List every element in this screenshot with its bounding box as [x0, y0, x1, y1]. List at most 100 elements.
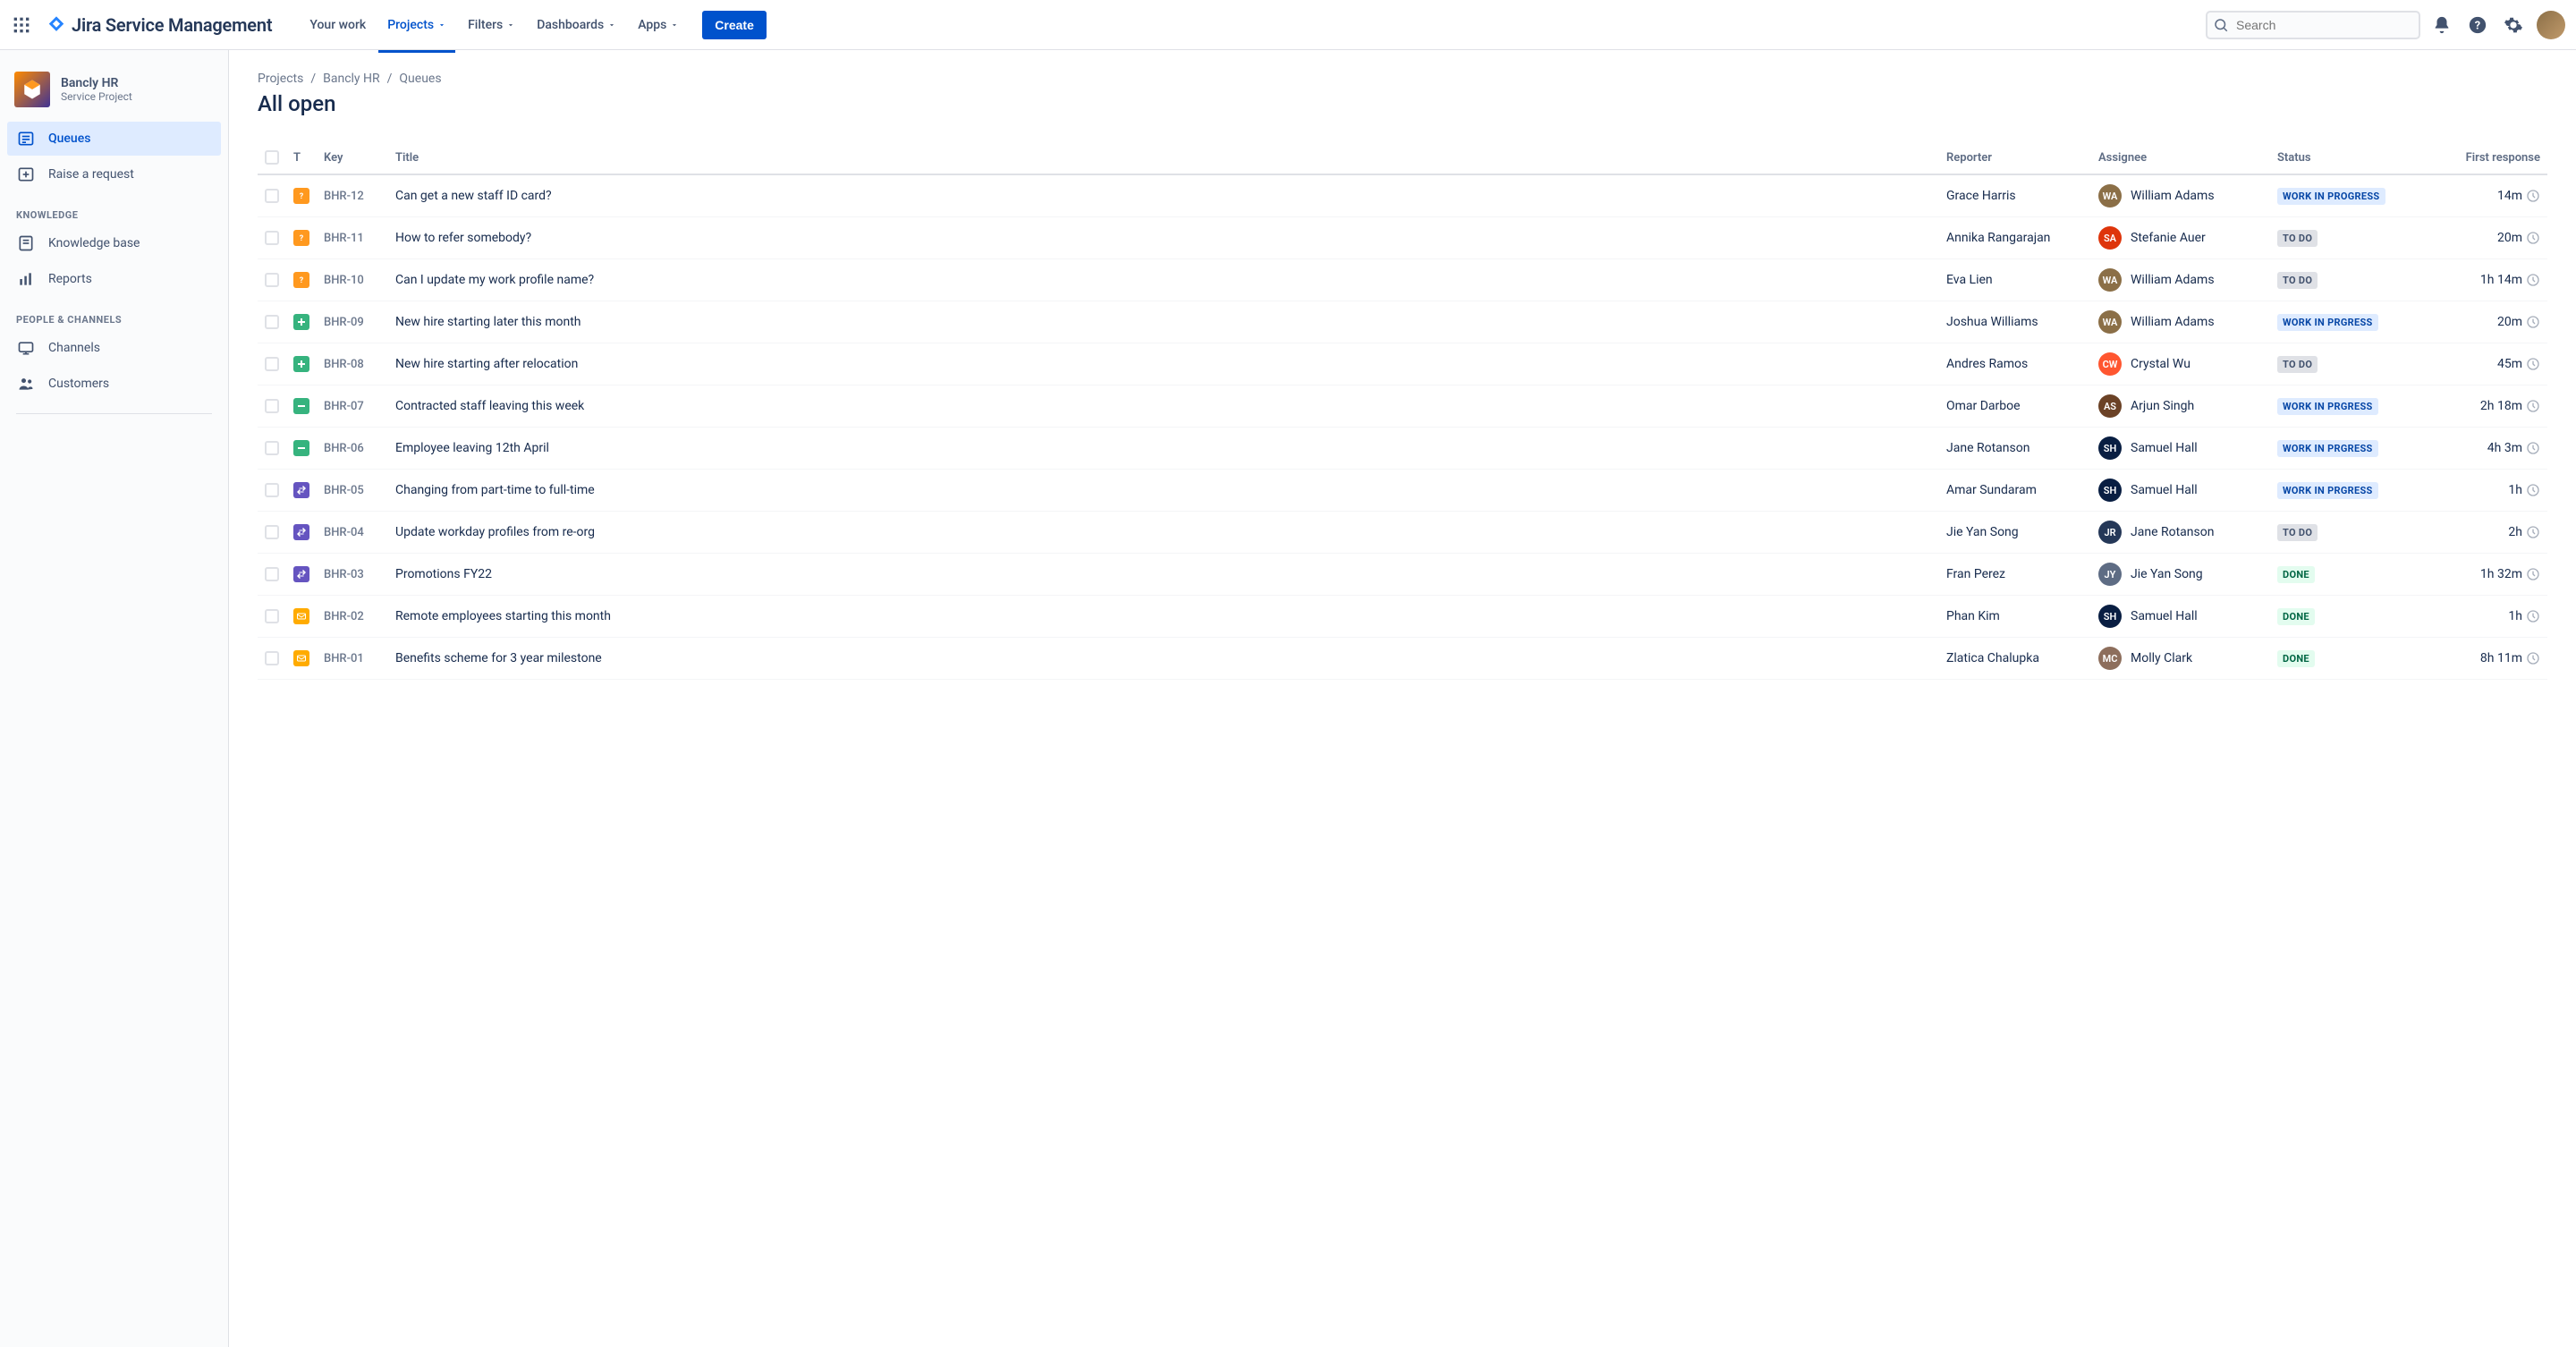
issue-key[interactable]: BHR-11 — [324, 232, 364, 245]
col-first-response[interactable]: First response — [2422, 141, 2547, 174]
row-checkbox[interactable] — [265, 315, 279, 329]
issue-title[interactable]: Changing from part-time to full-time — [395, 483, 595, 497]
row-checkbox[interactable] — [265, 189, 279, 203]
assignee-cell[interactable]: WAWilliam Adams — [2098, 310, 2263, 334]
col-key[interactable]: Key — [317, 141, 388, 174]
user-avatar[interactable] — [2537, 11, 2565, 39]
status-badge[interactable]: WORK IN PRGRESS — [2277, 440, 2378, 457]
issue-key[interactable]: BHR-02 — [324, 610, 364, 623]
row-checkbox[interactable] — [265, 651, 279, 665]
assignee-cell[interactable]: CWCrystal Wu — [2098, 352, 2263, 376]
table-row[interactable]: BHR-07 Contracted staff leaving this week… — [258, 385, 2547, 428]
assignee-cell[interactable]: MCMolly Clark — [2098, 647, 2263, 670]
row-checkbox[interactable] — [265, 399, 279, 413]
assignee-cell[interactable]: JYJie Yan Song — [2098, 563, 2263, 586]
row-checkbox[interactable] — [265, 567, 279, 581]
help-icon[interactable]: ? — [2463, 11, 2492, 39]
issue-title[interactable]: Contracted staff leaving this week — [395, 399, 584, 413]
notifications-icon[interactable] — [2428, 11, 2456, 39]
issue-title[interactable]: Can I update my work profile name? — [395, 273, 594, 287]
issue-key[interactable]: BHR-01 — [324, 652, 364, 665]
breadcrumb-project[interactable]: Bancly HR — [323, 72, 380, 86]
table-row[interactable]: BHR-05 Changing from part-time to full-ti… — [258, 470, 2547, 512]
breadcrumb-projects[interactable]: Projects — [258, 72, 303, 86]
row-checkbox[interactable] — [265, 231, 279, 245]
col-status[interactable]: Status — [2270, 141, 2422, 174]
issue-key[interactable]: BHR-10 — [324, 274, 364, 287]
assignee-cell[interactable]: SHSamuel Hall — [2098, 605, 2263, 628]
assignee-cell[interactable]: ASArjun Singh — [2098, 394, 2263, 418]
status-badge[interactable]: DONE — [2277, 608, 2315, 625]
issue-key[interactable]: BHR-12 — [324, 190, 364, 203]
breadcrumb-queues[interactable]: Queues — [399, 72, 441, 86]
assignee-cell[interactable]: WAWilliam Adams — [2098, 184, 2263, 208]
assignee-cell[interactable]: SHSamuel Hall — [2098, 436, 2263, 460]
issue-title[interactable]: Remote employees starting this month — [395, 609, 611, 623]
table-row[interactable]: ?BHR-10Can I update my work profile name… — [258, 259, 2547, 301]
issue-key[interactable]: BHR-03 — [324, 568, 364, 581]
status-badge[interactable]: TO DO — [2277, 356, 2318, 373]
col-type[interactable]: T — [286, 141, 317, 174]
nav-projects[interactable]: Projects — [378, 13, 455, 38]
status-badge[interactable]: WORK IN PRGRESS — [2277, 482, 2378, 499]
status-badge[interactable]: WORK IN PRGRESS — [2277, 398, 2378, 415]
assignee-cell[interactable]: WAWilliam Adams — [2098, 268, 2263, 292]
table-row[interactable]: BHR-06Employee leaving 12th AprilJane Ro… — [258, 428, 2547, 470]
sidebar-item-raise-request[interactable]: Raise a request — [7, 157, 221, 191]
table-row[interactable]: ?BHR-11How to refer somebody?Annika Rang… — [258, 217, 2547, 259]
table-row[interactable]: BHR-04 Update workday profiles from re-or… — [258, 512, 2547, 554]
issue-title[interactable]: New hire starting after relocation — [395, 357, 578, 371]
row-checkbox[interactable] — [265, 609, 279, 623]
status-badge[interactable]: DONE — [2277, 650, 2315, 667]
issue-key[interactable]: BHR-04 — [324, 526, 364, 539]
issue-key[interactable]: BHR-06 — [324, 442, 364, 455]
project-header[interactable]: Bancly HR Service Project — [7, 68, 221, 122]
create-button[interactable]: Create — [702, 11, 767, 39]
table-row[interactable]: BHR-02 Remote employees starting this mon… — [258, 596, 2547, 638]
issue-key[interactable]: BHR-07 — [324, 400, 364, 413]
issue-title[interactable]: Can get a new staff ID card? — [395, 189, 552, 203]
nav-your-work[interactable]: Your work — [301, 13, 375, 38]
row-checkbox[interactable] — [265, 273, 279, 287]
assignee-cell[interactable]: SAStefanie Auer — [2098, 226, 2263, 250]
issue-title[interactable]: Update workday profiles from re-org — [395, 525, 595, 539]
table-row[interactable]: BHR-01Benefits scheme for 3 year milesto… — [258, 638, 2547, 680]
select-all-checkbox[interactable] — [265, 150, 279, 165]
issue-title[interactable]: How to refer somebody? — [395, 231, 531, 245]
sidebar-item-channels[interactable]: Channels — [7, 331, 221, 365]
app-switcher-icon[interactable] — [7, 11, 36, 39]
issue-title[interactable]: Employee leaving 12th April — [395, 441, 549, 455]
sidebar-item-customers[interactable]: Customers — [7, 367, 221, 401]
issue-key[interactable]: BHR-09 — [324, 316, 364, 329]
nav-filters[interactable]: Filters — [459, 13, 524, 38]
product-logo[interactable]: Jira Service Management — [39, 14, 279, 36]
nav-dashboards[interactable]: Dashboards — [528, 13, 625, 38]
sidebar-item-knowledge-base[interactable]: Knowledge base — [7, 226, 221, 260]
status-badge[interactable]: WORK IN PROGRESS — [2277, 188, 2385, 205]
status-badge[interactable]: TO DO — [2277, 230, 2318, 247]
settings-icon[interactable] — [2499, 11, 2528, 39]
col-title[interactable]: Title — [388, 141, 1939, 174]
issue-title[interactable]: Promotions FY22 — [395, 567, 492, 581]
assignee-cell[interactable]: SHSamuel Hall — [2098, 479, 2263, 502]
issue-key[interactable]: BHR-08 — [324, 358, 364, 371]
status-badge[interactable]: WORK IN PRGRESS — [2277, 314, 2378, 331]
issue-title[interactable]: New hire starting later this month — [395, 315, 581, 329]
table-row[interactable]: BHR-08 New hire starting after relocation… — [258, 343, 2547, 385]
assignee-cell[interactable]: JRJane Rotanson — [2098, 521, 2263, 544]
status-badge[interactable]: TO DO — [2277, 272, 2318, 289]
status-badge[interactable]: DONE — [2277, 566, 2315, 583]
sidebar-item-reports[interactable]: Reports — [7, 262, 221, 296]
nav-apps[interactable]: Apps — [629, 13, 688, 38]
sidebar-item-queues[interactable]: Queues — [7, 122, 221, 156]
table-row[interactable]: ?BHR-12Can get a new staff ID card?Grace… — [258, 174, 2547, 217]
col-assignee[interactable]: Assignee — [2091, 141, 2270, 174]
row-checkbox[interactable] — [265, 525, 279, 539]
issue-key[interactable]: BHR-05 — [324, 484, 364, 497]
table-row[interactable]: BHR-09 New hire starting later this month… — [258, 301, 2547, 343]
row-checkbox[interactable] — [265, 357, 279, 371]
row-checkbox[interactable] — [265, 483, 279, 497]
status-badge[interactable]: TO DO — [2277, 524, 2318, 541]
table-row[interactable]: BHR-03Promotions FY22Fran PerezJYJie Yan… — [258, 554, 2547, 596]
col-reporter[interactable]: Reporter — [1939, 141, 2091, 174]
